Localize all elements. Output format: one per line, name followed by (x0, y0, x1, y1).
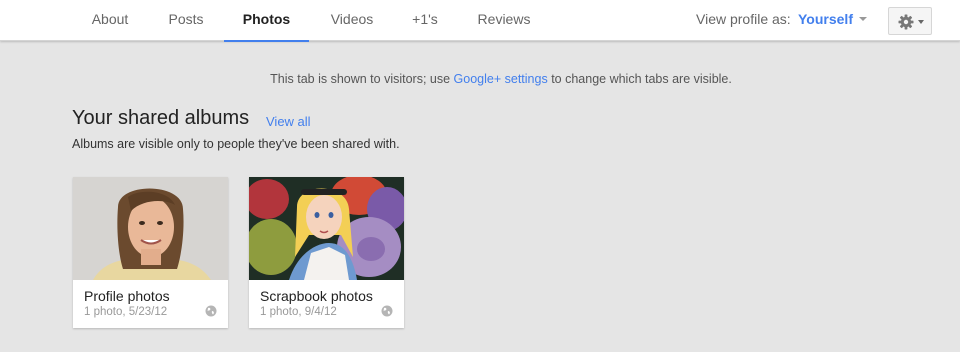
album-name: Scrapbook photos (260, 288, 373, 304)
view-profile-value: Yourself (798, 11, 853, 27)
shared-albums-subtitle: Albums are visible only to people they'v… (72, 137, 400, 151)
view-profile-label: View profile as: (696, 11, 791, 27)
chevron-down-icon (918, 20, 924, 24)
notice-suffix: to change which tabs are visible. (547, 72, 732, 86)
album-card-profile-photos[interactable]: Profile photos 1 photo, 5/23/12 (73, 177, 228, 328)
album-thumbnail (73, 177, 228, 280)
album-name: Profile photos (84, 288, 170, 304)
globe-icon (381, 305, 393, 317)
tab-photos[interactable]: Photos (224, 0, 309, 42)
album-meta: 1 photo, 5/23/12 (84, 306, 168, 318)
shared-albums-heading: Your shared albums (72, 107, 250, 129)
album-thumbnail (249, 177, 404, 280)
tab-about[interactable]: About (73, 0, 147, 41)
view-profile-as-dropdown[interactable]: Yourself (798, 0, 867, 41)
view-all-link[interactable]: View all (266, 114, 311, 129)
google-plus-settings-link[interactable]: Google+ settings (454, 72, 548, 86)
settings-button[interactable] (888, 7, 932, 35)
notice-prefix: This tab is shown to visitors; use (270, 72, 454, 86)
top-navigation-bar: About Posts Photos Videos +1's Reviews V… (0, 0, 960, 42)
album-meta: 1 photo, 9/4/12 (260, 306, 337, 318)
album-card-scrapbook-photos[interactable]: Scrapbook photos 1 photo, 9/4/12 (249, 177, 404, 328)
tab-visibility-notice: This tab is shown to visitors; use Googl… (0, 72, 960, 86)
globe-icon (205, 305, 217, 317)
tab-reviews[interactable]: Reviews (462, 0, 546, 41)
chevron-down-icon (858, 17, 867, 22)
tab-posts[interactable]: Posts (152, 0, 220, 41)
gear-icon (898, 14, 914, 30)
tab-plus-ones[interactable]: +1's (396, 0, 454, 41)
tab-videos[interactable]: Videos (313, 0, 391, 41)
